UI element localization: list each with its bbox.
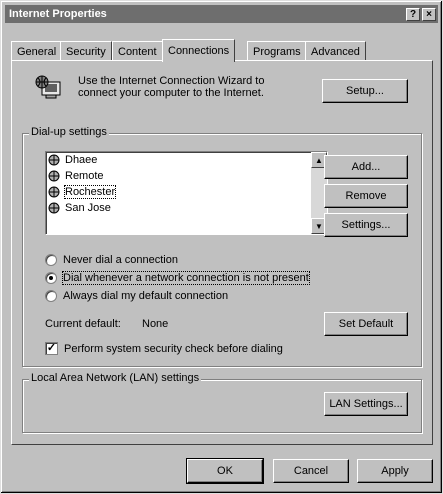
checkbox-check-icon[interactable]: ✓: [45, 342, 58, 355]
ok-button[interactable]: OK: [186, 458, 264, 484]
help-button[interactable]: ?: [406, 7, 420, 21]
list-item[interactable]: San Jose: [46, 200, 327, 216]
set-default-button[interactable]: Set Default: [324, 312, 408, 336]
tab-security[interactable]: Security: [60, 41, 112, 61]
title-bar[interactable]: Internet Properties ? ×: [5, 5, 438, 23]
tab-connections[interactable]: Connections: [162, 39, 236, 62]
add-button[interactable]: Add...: [324, 155, 408, 179]
radio-label: Never dial a connection: [63, 254, 178, 266]
connection-wizard-icon: [35, 75, 61, 99]
remove-button[interactable]: Remove: [324, 184, 408, 208]
list-item-label: Dhaee: [65, 154, 98, 166]
list-item[interactable]: Dhaee: [46, 152, 327, 168]
radio-never-dial[interactable]: Never dial a connection: [45, 254, 178, 266]
list-item-label: San Jose: [65, 202, 111, 214]
close-button[interactable]: ×: [422, 7, 436, 21]
list-item-label: Rochester: [63, 185, 117, 199]
tab-programs[interactable]: Programs: [247, 41, 307, 61]
security-check-checkbox[interactable]: ✓ Perform system security check before d…: [45, 342, 283, 355]
settings-button[interactable]: Settings...: [324, 213, 408, 237]
internet-properties-dialog: Internet Properties ? × General Security…: [0, 0, 443, 494]
wizard-description-line-1: Use the Internet Connection Wizard to: [78, 75, 265, 87]
dialup-connection-list[interactable]: Dhaee Remote Rochester San Jose ▲ ▼: [45, 151, 328, 235]
connections-panel: Use the Internet Connection Wizard to co…: [11, 60, 433, 445]
globe-phone-icon: [48, 186, 60, 198]
list-item-label: Remote: [65, 170, 104, 182]
lan-settings-title: Local Area Network (LAN) settings: [29, 372, 202, 384]
globe-phone-icon: [48, 170, 60, 182]
radio-circle[interactable]: [45, 272, 57, 284]
tab-content[interactable]: Content: [112, 41, 163, 61]
radio-dial-when-no-network[interactable]: Dial whenever a network connection is no…: [45, 271, 310, 285]
radio-circle[interactable]: [45, 290, 57, 302]
wizard-description: Use the Internet Connection Wizard to co…: [78, 75, 264, 99]
current-default-label: Current default:: [45, 318, 121, 330]
list-item[interactable]: Rochester: [46, 184, 327, 200]
checkbox-label: Perform system security check before dia…: [64, 342, 283, 355]
setup-button[interactable]: Setup...: [322, 79, 408, 103]
radio-circle[interactable]: [45, 254, 57, 266]
radio-always-dial[interactable]: Always dial my default connection: [45, 290, 228, 302]
lan-settings-button[interactable]: LAN Settings...: [324, 392, 408, 416]
globe-phone-icon: [48, 154, 60, 166]
wizard-description-line-2: connect your computer to the Internet.: [78, 87, 264, 99]
window-title: Internet Properties: [9, 8, 107, 20]
globe-phone-icon: [48, 202, 60, 214]
dialup-settings-title: Dial-up settings: [29, 126, 109, 138]
apply-button[interactable]: Apply: [357, 459, 433, 483]
tab-general[interactable]: General: [11, 41, 63, 61]
radio-label: Dial whenever a network connection is no…: [62, 271, 310, 285]
tab-advanced[interactable]: Advanced: [305, 41, 366, 61]
current-default-value: None: [142, 318, 169, 330]
cancel-button[interactable]: Cancel: [273, 459, 349, 483]
radio-label: Always dial my default connection: [63, 290, 229, 302]
list-item[interactable]: Remote: [46, 168, 327, 184]
